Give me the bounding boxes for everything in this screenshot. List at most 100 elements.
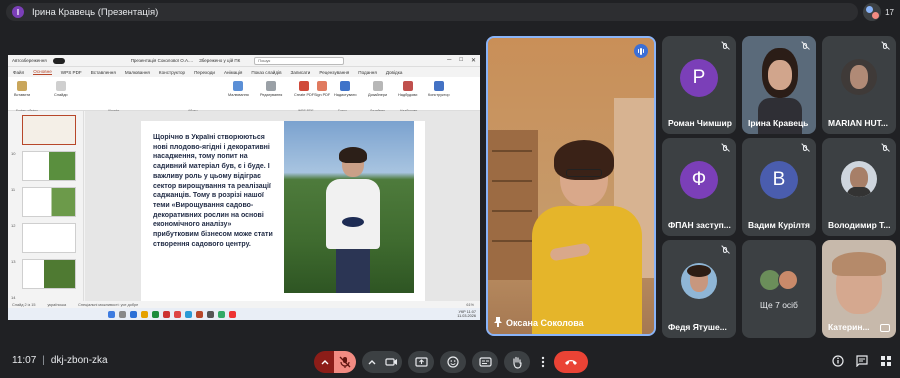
slide-thumbnails: 10 11 12 13 14	[8, 111, 84, 301]
mic-off-icon	[800, 41, 810, 51]
more-options-button[interactable]	[536, 351, 550, 373]
menu-home: Основне	[33, 69, 52, 75]
menu-slideshow: Показ слайдів	[251, 69, 282, 75]
participants-indicator[interactable]: 17	[863, 3, 894, 21]
slide-thumb	[22, 259, 76, 289]
activities-button[interactable]	[880, 355, 892, 370]
slide-number: 10	[11, 151, 16, 156]
participant-tile[interactable]: В Вадим Курілтя	[742, 138, 816, 236]
participant-avatar	[778, 270, 798, 290]
present-icon	[414, 356, 428, 367]
participant-avatar	[841, 59, 877, 95]
more-participants-tile[interactable]: Ще 7 осіб	[742, 240, 816, 338]
system-tray: УКР 11:07 11.03.2026	[457, 309, 476, 319]
draw-button: Малювання	[228, 81, 249, 97]
ppt-menus: Файл Основне WPS PDF Вставлення Малюванн…	[8, 67, 480, 77]
participant-avatars-icon	[863, 3, 882, 21]
raise-hand-icon	[513, 356, 522, 369]
mic-off-icon	[720, 41, 730, 51]
participant-name: Федя Ятуше...	[668, 322, 727, 332]
create-pdf-button: Create PDF	[294, 81, 314, 97]
captions-button[interactable]	[472, 351, 498, 373]
ppt-search: Пошук	[254, 56, 345, 65]
chevron-up-icon	[368, 360, 376, 365]
raise-hand-button[interactable]	[504, 351, 530, 373]
slide-body-text: Щорічно в Україні створюються нові плодо…	[153, 134, 273, 248]
designer-button: Дизайнери	[368, 81, 387, 97]
camera-options-button[interactable]	[362, 351, 382, 373]
mic-off-icon	[720, 245, 730, 255]
activities-icon	[881, 356, 891, 366]
menu-view: Подання	[358, 69, 377, 75]
presentation-bar: І Ірина Кравець (Презентація)	[6, 3, 858, 21]
ppt-ribbon: Вставити Слайди Малювання Редагування Cr…	[8, 77, 480, 113]
zoom-level: 61%	[466, 302, 474, 307]
participant-tile[interactable]: MARIAN HUT...	[822, 36, 896, 134]
status-accessibility: Спеціальні можливості: усе добре	[78, 302, 139, 307]
bottom-bar: 11:07 | dkj-zbon-zka	[0, 346, 900, 378]
dictate-button: Надиктувати	[334, 81, 356, 97]
window-controls: ─ □ ✕	[447, 57, 476, 64]
participant-tile[interactable]: Ф ФПАН заступ...	[662, 138, 736, 236]
chat-button[interactable]	[856, 355, 868, 370]
slide-number: 13	[11, 259, 16, 264]
menu-help: Довідка	[385, 69, 403, 75]
participant-name: Катерин...	[828, 322, 870, 332]
participant-avatar: В	[760, 161, 798, 199]
participant-avatar	[760, 270, 780, 290]
menu-wps: WPS PDF	[60, 69, 82, 75]
presentation-title: Ірина Кравець (Презентація)	[32, 6, 159, 18]
participant-avatar: Ф	[680, 161, 718, 199]
participant-name: Роман Чимшир	[668, 118, 732, 128]
menu-transitions: Переходи	[194, 69, 215, 75]
camera-toggle-button[interactable]	[380, 351, 402, 373]
present-button[interactable]	[408, 351, 434, 373]
meeting-info: 11:07 | dkj-zbon-zka	[12, 355, 108, 366]
participant-tile[interactable]: Федя Ятуше...	[662, 240, 736, 338]
leave-call-button[interactable]	[554, 351, 588, 373]
participant-count: 17	[885, 7, 894, 17]
menu-draw: Малювання	[124, 69, 150, 75]
participant-avatar	[841, 161, 877, 197]
participant-tile[interactable]: Р Роман Чимшир	[662, 36, 736, 134]
participant-name: Володимир Т...	[828, 220, 891, 230]
taskbar-icons	[108, 310, 236, 318]
menu-design: Конструктор	[158, 69, 186, 75]
addins-button: Надбудови	[398, 81, 417, 97]
reactions-button[interactable]	[440, 351, 466, 373]
slide-number: 12	[11, 223, 16, 228]
meeting-details-button[interactable]	[832, 355, 844, 370]
active-speaker-tile[interactable]: Оксана Соколова	[486, 36, 656, 336]
slide-thumb	[22, 151, 76, 181]
participant-name: Ірина Кравець	[748, 118, 809, 128]
clock: 11:07	[12, 355, 37, 366]
mic-off-icon	[880, 143, 890, 153]
slide-thumb	[22, 187, 76, 217]
more-participants-label: Ще 7 осіб	[760, 300, 798, 310]
presenter-avatar: І	[12, 6, 24, 18]
menu-animation: Анімація	[223, 69, 243, 75]
autosave-toggle	[52, 57, 65, 64]
mic-off-icon	[720, 143, 730, 153]
emoji-icon	[447, 356, 459, 368]
status-language: українська	[47, 302, 67, 307]
shared-screen: Автозбереження Презентація Соколової О.А…	[8, 55, 480, 320]
mic-options-button[interactable]	[314, 351, 336, 373]
menu-insert: Вставлення	[90, 69, 116, 75]
current-slide: Щорічно в Україні створюються нові плодо…	[141, 121, 425, 301]
participant-tile[interactable]: Володимир Т...	[822, 138, 896, 236]
picture-in-picture-icon	[880, 324, 890, 332]
participant-tile[interactable]: Ірина Кравець	[742, 36, 816, 134]
mic-off-icon	[880, 41, 890, 51]
ppt-titlebar: Автозбереження Презентація Соколової О.А…	[8, 55, 480, 67]
mic-off-icon	[339, 356, 351, 368]
windows-taskbar: УКР 11:07 11.03.2026	[8, 308, 480, 320]
ppt-statusbar: Слайд 2 із 15 українська Спеціальні можл…	[8, 301, 480, 308]
participant-tile[interactable]: Катерин...	[822, 240, 896, 338]
mic-off-icon	[800, 143, 810, 153]
slide-canvas: Щорічно в Україні створюються нові плодо…	[85, 111, 480, 301]
participant-avatar: Р	[680, 59, 718, 97]
chevron-up-icon	[321, 360, 329, 365]
slide-thumb	[22, 223, 76, 253]
mic-toggle-button[interactable]	[334, 351, 356, 373]
